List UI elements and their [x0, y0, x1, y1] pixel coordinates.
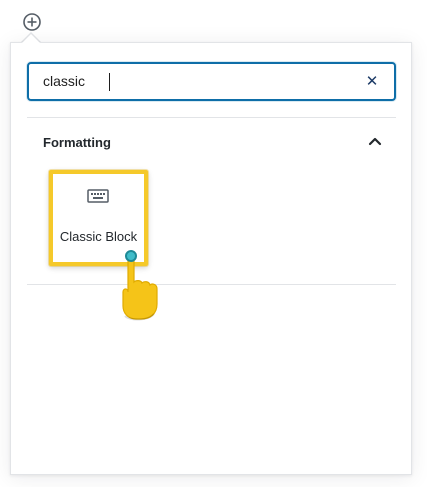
- inserter-toggle-button[interactable]: [22, 12, 42, 32]
- search-box[interactable]: ✕: [27, 62, 396, 101]
- plus-circle-icon: [23, 13, 41, 31]
- pointing-hand-icon: [122, 257, 158, 321]
- panel-header-formatting[interactable]: Formatting: [27, 118, 396, 166]
- divider: [27, 284, 396, 285]
- block-inserter-screen: ✕ Formatting Classic Block: [0, 0, 427, 487]
- popover-arrow-fill: [22, 34, 40, 43]
- click-indicator: [125, 250, 137, 262]
- panel-title: Formatting: [43, 135, 111, 150]
- text-caret: [109, 73, 110, 91]
- inserter-popover: ✕ Formatting Classic Block: [10, 42, 412, 475]
- chevron-up-icon[interactable]: [368, 136, 382, 146]
- block-label: Classic Block: [59, 229, 138, 244]
- keyboard-icon: [87, 189, 109, 203]
- close-icon[interactable]: ✕: [364, 73, 380, 90]
- search-input[interactable]: [43, 64, 343, 99]
